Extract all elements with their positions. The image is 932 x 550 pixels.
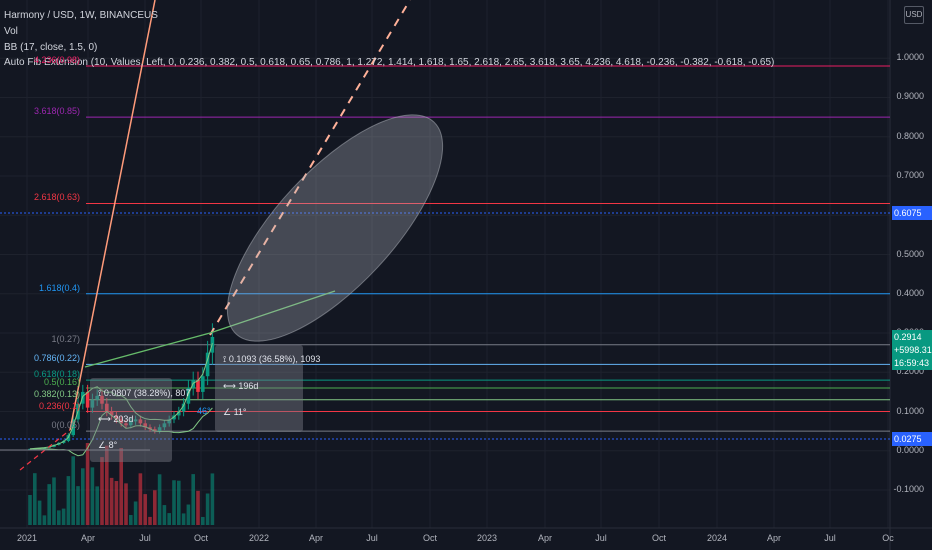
volume-bar xyxy=(66,476,71,525)
measure-right-price: ⟟ 0.1093 (36.58%), 1093 xyxy=(223,354,321,364)
currency-button[interactable]: USD xyxy=(904,6,924,24)
x-tick-label: Apr xyxy=(537,533,553,543)
volume-bar xyxy=(90,467,95,525)
volume-bar xyxy=(162,505,167,525)
volume-bar xyxy=(177,480,181,525)
trend-line-lower xyxy=(84,332,211,368)
y-tick-label: 0.9000 xyxy=(896,91,924,102)
x-tick-label: Apr xyxy=(308,533,324,543)
volume-bar xyxy=(201,516,205,525)
price-tag-change: +5998.31% xyxy=(892,343,932,357)
x-tick-label: Oct xyxy=(651,533,667,543)
volume-bar xyxy=(148,516,152,525)
x-tick-label: 2022 xyxy=(248,533,270,543)
price-tag-current: 0.2914 xyxy=(892,330,932,344)
volume-bar xyxy=(61,508,66,525)
x-tick-label: Oc xyxy=(882,533,894,543)
x-tick-label: 2021 xyxy=(16,533,38,543)
measure-right-bars: ⟷ 196d xyxy=(223,381,259,391)
x-tick-label: Apr xyxy=(766,533,782,543)
measure-right-angle: ∠ 11° xyxy=(223,407,247,417)
volume-bar xyxy=(52,477,56,525)
volume-bar xyxy=(143,494,147,525)
fib-level-label: 3.618(0.85) xyxy=(33,106,80,117)
measure-left-angle: ∠ 8° xyxy=(98,440,118,450)
volume-bar xyxy=(124,483,128,525)
measure-left-bars: ⟷ 203d xyxy=(98,414,134,424)
volume-bar xyxy=(205,493,210,525)
bollinger-indicator-label[interactable]: BB (17, close, 1.5, 0) xyxy=(4,42,97,53)
x-tick-label: 2024 xyxy=(706,533,728,543)
x-tick-label: Apr xyxy=(80,533,96,543)
y-tick-label: 0.1000 xyxy=(896,405,924,416)
y-tick-label: -0.1000 xyxy=(893,484,924,495)
candle-body xyxy=(85,391,90,408)
fib-level-label: 0(0.05) xyxy=(51,420,80,431)
y-tick-label: 0.8000 xyxy=(896,130,924,141)
y-tick-label: 0.7000 xyxy=(896,169,924,180)
volume-bar xyxy=(95,486,99,525)
fib-level-label: 4.236(0.98) xyxy=(33,55,80,66)
volume-bar xyxy=(138,473,143,525)
volume-bar xyxy=(76,486,80,525)
x-tick-label: Jul xyxy=(139,533,151,543)
x-tick-label: Oct xyxy=(422,533,438,543)
measure-box-left[interactable]: ⟟ 0.0807 (38.28%), 807 ⟷ 203d ∠ 8° xyxy=(90,378,190,462)
price-tag-upper: 0.6075 xyxy=(892,206,932,220)
angle-marker: 46° xyxy=(197,406,211,416)
x-tick-label: Jul xyxy=(595,533,607,543)
volume-bar xyxy=(186,504,191,525)
volume-bar xyxy=(47,484,51,525)
volume-bar xyxy=(37,500,42,525)
volume-bar xyxy=(100,457,104,525)
fib-level-label: 1.618(0.4) xyxy=(38,282,80,293)
volume-bar xyxy=(28,495,32,525)
volume-bar xyxy=(181,513,186,525)
price-chart[interactable] xyxy=(0,0,932,550)
volume-bar xyxy=(133,501,138,525)
measure-left-price: ⟟ 0.0807 (38.28%), 807 xyxy=(98,388,191,398)
volume-bar xyxy=(167,513,171,525)
candle-body xyxy=(196,380,200,392)
price-tag-countdown: 16:59:43 xyxy=(892,356,932,370)
y-tick-label: 1.0000 xyxy=(896,52,924,63)
fib-level-label: 0.786(0.22) xyxy=(33,353,80,364)
y-tick-label: 0.5000 xyxy=(896,248,924,259)
fib-level-label: 1(0.27) xyxy=(51,333,80,344)
volume-indicator-label[interactable]: Vol xyxy=(4,26,18,37)
fib-indicator-label[interactable]: Auto Fib Extension (10, Values, Left, 0,… xyxy=(4,57,774,68)
symbol-title[interactable]: Harmony / USD, 1W, BINANCEUS xyxy=(4,10,158,21)
volume-bar xyxy=(191,474,195,525)
y-tick-label: 0.4000 xyxy=(896,287,924,298)
volume-bar xyxy=(129,515,133,525)
y-tick-label: 0.0000 xyxy=(896,444,924,455)
volume-bar xyxy=(153,490,157,525)
price-tag-lower: 0.0275 xyxy=(892,432,932,446)
x-tick-label: Oct xyxy=(193,533,209,543)
volume-bar xyxy=(114,481,119,525)
fib-level-label: 0.5(0.16) xyxy=(43,376,80,387)
volume-bar xyxy=(210,473,215,525)
x-tick-label: 2023 xyxy=(476,533,498,543)
volume-bar xyxy=(71,456,75,525)
candle-body xyxy=(201,376,205,392)
fib-level-label: 0.236(0.1) xyxy=(38,400,80,411)
volume-bar xyxy=(57,510,61,525)
x-tick-label: Jul xyxy=(824,533,836,543)
volume-bar xyxy=(157,474,162,525)
volume-bar xyxy=(109,477,114,525)
measure-box-right[interactable]: ⟟ 0.1093 (36.58%), 1093 ⟷ 196d ∠ 11° xyxy=(215,345,320,432)
fib-level-label: 0.382(0.13) xyxy=(33,388,80,399)
fib-level-label: 2.618(0.63) xyxy=(33,192,80,203)
x-tick-label: Jul xyxy=(366,533,378,543)
volume-bar xyxy=(85,443,90,525)
volume-bar xyxy=(42,515,47,525)
volume-bar xyxy=(33,473,37,525)
volume-bar xyxy=(172,480,176,525)
volume-bar xyxy=(196,490,200,525)
volume-bar xyxy=(81,468,85,525)
